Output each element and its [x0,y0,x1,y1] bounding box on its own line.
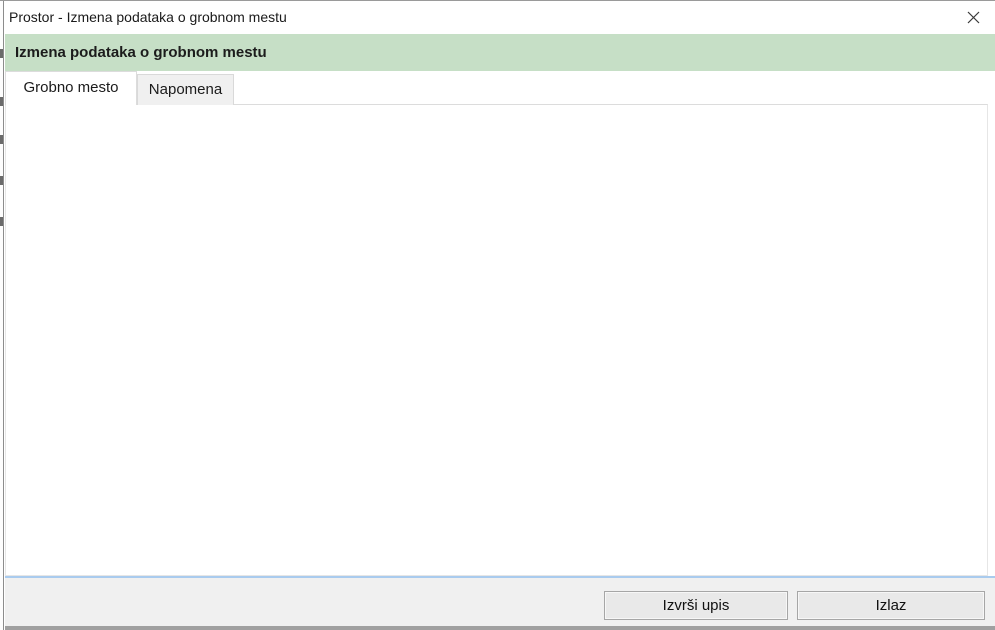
close-button[interactable] [959,5,987,30]
izlaz-button[interactable]: Izlaz [797,591,985,620]
background-text-fragment [0,217,3,226]
tab-strip: Grobno mesto Napomena [5,71,995,104]
izvrsi-upis-button[interactable]: Izvrši upis [604,591,788,620]
section-header-title: Izmena podataka o grobnom mestu [15,34,267,71]
tab-grobno-mesto[interactable]: Grobno mesto [5,71,137,105]
background-text-fragment [0,135,3,144]
title-bar: Prostor - Izmena podataka o grobnom mest… [5,1,995,34]
window-bottom-edge [5,626,995,630]
window-title: Prostor - Izmena podataka o grobnom mest… [9,1,287,34]
footer-bar: Izvrši upis Izlaz [5,578,995,626]
dialog-window: Prostor - Izmena podataka o grobnom mest… [0,0,995,630]
tip-grobnog-mesta-value: 22|Grobnica (Velika) [250,208,386,235]
background-text-fragment [0,97,3,106]
background-text-fragment [0,176,3,185]
tab-page-grobno-mesto [5,104,988,576]
background-text-fragment [0,49,3,58]
close-icon [967,11,980,24]
section-header: Izmena podataka o grobnom mestu [5,34,995,71]
tab-napomena[interactable]: Napomena [137,74,234,105]
background-window-edge [0,1,4,630]
